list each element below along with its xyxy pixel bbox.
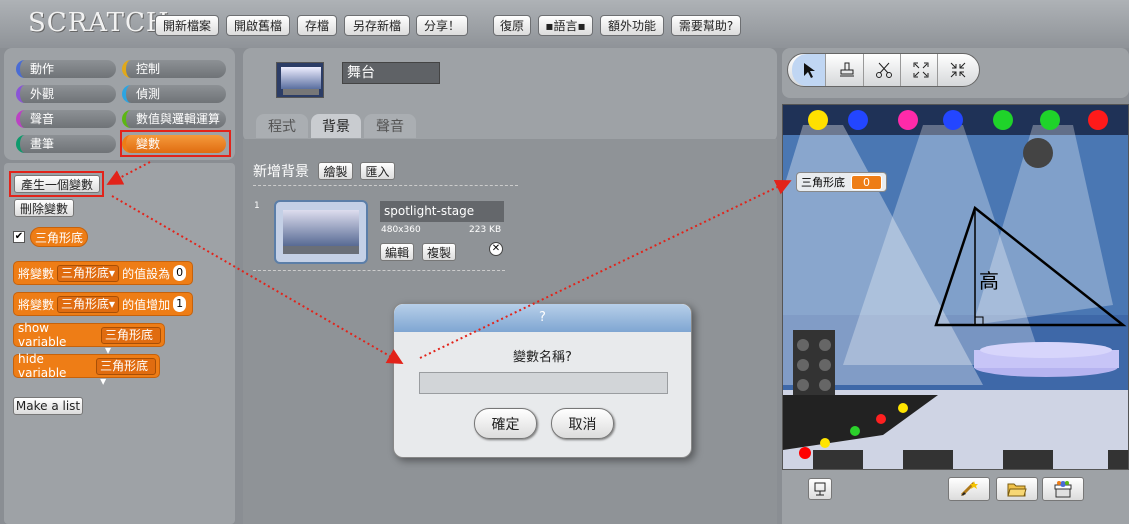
divider [253, 270, 505, 271]
change-variable-block[interactable]: 將變數 三角形底▾ 的值增加 1 [13, 292, 193, 316]
category-sound[interactable]: 聲音 [16, 110, 116, 128]
variable-watcher-label: 三角形底 [801, 176, 845, 189]
sprite-name-field[interactable]: 舞台 [342, 62, 440, 84]
variable-watcher[interactable]: 三角形底 0 [796, 172, 887, 192]
edit-background-button[interactable]: 編輯 [380, 243, 414, 261]
new-variable-dialog: ? 變數名稱? 確定 取消 [393, 303, 692, 458]
choose-sprite-file-icon[interactable] [996, 477, 1038, 501]
background-index: 1 [254, 201, 260, 211]
block-palette: 產生一個變數 刪除變數 ✔ 三角形底 將變數 三角形底▾ 的值設為 0 將變數 三角形底… [4, 163, 235, 524]
shrink-icon[interactable] [941, 54, 975, 86]
variable-checkbox[interactable]: ✔ [13, 231, 25, 243]
cursor-icon[interactable] [792, 54, 826, 86]
height-label: 高 [979, 269, 999, 293]
paint-background-button[interactable]: 繪製 [318, 162, 353, 180]
category-control[interactable]: 控制 [122, 60, 226, 78]
delete-variable-button[interactable]: 刪除變數 [14, 199, 74, 217]
background-name-field[interactable]: spotlight-stage [380, 201, 504, 222]
dialog-title: ? [394, 304, 691, 332]
category-looks[interactable]: 外觀 [16, 85, 116, 103]
category-sensing[interactable]: 偵測 [122, 85, 226, 103]
new-background-label: 新增背景 [253, 164, 309, 180]
stage-canvas[interactable]: 高 三角形底 0 [782, 104, 1129, 470]
tab-backgrounds[interactable]: 背景 [311, 114, 361, 138]
dialog-ok-button[interactable]: 確定 [474, 408, 537, 439]
category-operators[interactable]: 數值與邏輯運算 [122, 110, 226, 128]
variable-dropdown[interactable]: 三角形底▾ [57, 264, 120, 282]
show-variable-block[interactable]: show variable 三角形底▾ [13, 321, 165, 357]
background-size: 223 KB [469, 225, 502, 235]
share-button[interactable]: 分享！ [416, 15, 468, 36]
scratch-logo: SCRATCH [28, 8, 170, 38]
extras-button[interactable]: 額外功能 [600, 15, 664, 36]
highlight-box-make-variable [9, 171, 104, 197]
import-background-button[interactable]: 匯入 [360, 162, 395, 180]
language-button[interactable]: ▪語言▪ [538, 15, 593, 36]
stamp-icon[interactable] [830, 54, 864, 86]
dialog-cancel-button[interactable]: 取消 [551, 408, 614, 439]
sprite-corral [782, 470, 1129, 524]
open-file-button[interactable]: 開啟舊檔 [226, 15, 290, 36]
surprise-sprite-icon[interactable] [1042, 477, 1084, 501]
set-variable-block[interactable]: 將變數 三角形底▾ 的值設為 0 [13, 261, 193, 285]
save-as-button[interactable]: 另存新檔 [344, 15, 410, 36]
presentation-mode-icon[interactable] [808, 478, 832, 500]
variable-dropdown[interactable]: 三角形底▾ [96, 357, 156, 388]
variable-name-input[interactable] [419, 372, 668, 394]
variable-reporter[interactable]: 三角形底 [30, 227, 88, 247]
top-menu-bar: SCRATCH 開新檔案 開啟舊檔 存檔 另存新檔 分享！ 復原 ▪語言▪ 額外… [0, 0, 1129, 48]
stage-thumbnail [276, 62, 324, 98]
hide-variable-block[interactable]: hide variable 三角形底▾ [13, 352, 160, 388]
highlight-box-variables [120, 130, 231, 157]
undo-button[interactable]: 復原 [493, 15, 531, 36]
paint-new-sprite-icon[interactable] [948, 477, 990, 501]
tab-scripts[interactable]: 程式 [256, 114, 308, 138]
help-button[interactable]: 需要幫助? [671, 15, 741, 36]
dialog-prompt: 變數名稱? [513, 350, 572, 365]
stage-backdrop [783, 105, 1128, 469]
variable-dropdown[interactable]: 三角形底▾ [57, 295, 120, 313]
variable-watcher-value: 0 [851, 174, 882, 190]
copy-background-button[interactable]: 複製 [422, 243, 456, 261]
delete-background-icon[interactable]: ✕ [489, 242, 503, 256]
grow-icon[interactable] [904, 54, 938, 86]
save-button[interactable]: 存檔 [297, 15, 337, 36]
tab-sounds[interactable]: 聲音 [364, 114, 416, 138]
divider [253, 185, 518, 186]
background-thumbnail[interactable] [274, 200, 368, 264]
background-dimensions: 480x360 [381, 225, 421, 235]
category-pen[interactable]: 畫筆 [16, 135, 116, 153]
category-motion[interactable]: 動作 [16, 60, 116, 78]
new-file-button[interactable]: 開新檔案 [155, 15, 219, 36]
variable-dropdown[interactable]: 三角形底▾ [101, 326, 161, 357]
make-list-button[interactable]: Make a list [13, 397, 83, 415]
scissors-icon[interactable] [867, 54, 901, 86]
